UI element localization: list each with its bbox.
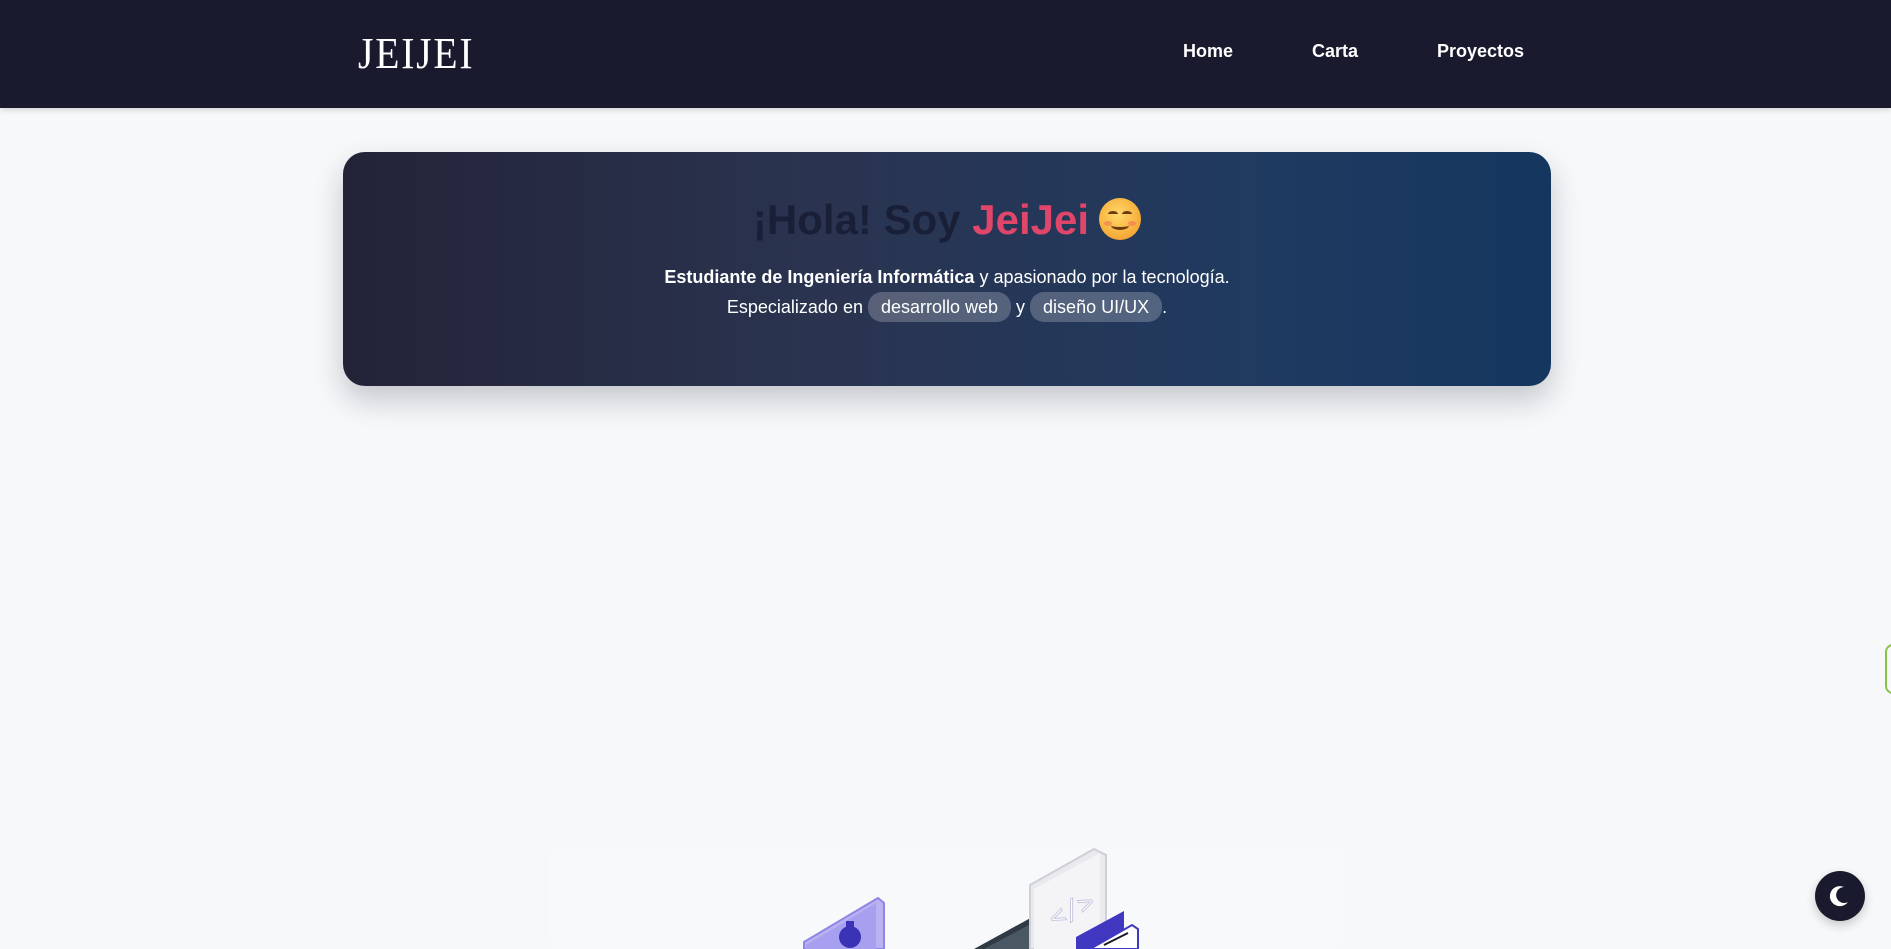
theme-toggle-button[interactable] <box>1815 871 1865 921</box>
specialization-connector: y <box>1011 297 1031 317</box>
isometric-illustration: </> <box>548 845 1343 949</box>
moon-icon <box>1829 886 1848 907</box>
gear-panel-icon <box>803 896 885 949</box>
side-feedback-tab[interactable] <box>1885 644 1891 694</box>
hero-title: ¡Hola! Soy JeiJei <box>343 194 1551 246</box>
hero-name: JeiJei <box>972 196 1090 243</box>
skill-badge-web: desarrollo web <box>867 292 1012 322</box>
hero-description: Estudiante de Ingeniería Informática y a… <box>343 264 1551 290</box>
hero-greeting: ¡Hola! Soy <box>752 196 973 243</box>
hero-description-rest: y apasionado por la tecnología. <box>974 267 1230 287</box>
specialization-suffix: . <box>1162 297 1168 317</box>
navbar: JEIJEI Home Carta Proyectos <box>0 0 1891 108</box>
nav-links: Home Carta Proyectos <box>0 41 1891 65</box>
nav-link-home[interactable]: Home <box>1183 41 1233 62</box>
hero-role: Estudiante de Ingeniería Informática <box>664 267 975 287</box>
nav-link-proyectos[interactable]: Proyectos <box>1437 41 1524 62</box>
illustration-svg: </> <box>803 847 1139 949</box>
hero-card: ¡Hola! Soy JeiJei Estudiante de Ingenier… <box>343 152 1551 386</box>
specialization-prefix: Especializado en <box>726 297 868 317</box>
skill-badge-uiux: diseño UI/UX <box>1030 292 1163 322</box>
nav-link-carta[interactable]: Carta <box>1312 41 1358 62</box>
smiling-face-emoji-icon <box>1099 198 1142 240</box>
hero-specialization: Especializado en desarrollo web y diseño… <box>343 291 1551 323</box>
